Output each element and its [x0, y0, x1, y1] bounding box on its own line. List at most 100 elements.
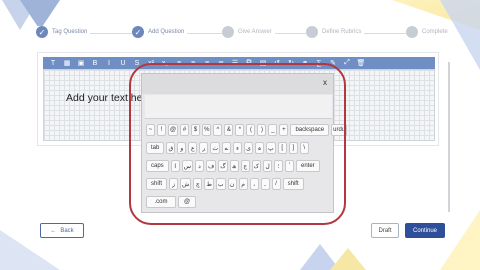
key[interactable]: $ [191, 124, 201, 136]
step-label: Complete [422, 29, 448, 35]
key[interactable]: ے [222, 142, 231, 154]
language-key[interactable]: urdu [331, 124, 348, 136]
page-scrollbar[interactable] [448, 62, 450, 212]
key[interactable]: ل [263, 160, 272, 172]
close-icon[interactable]: x [323, 78, 327, 87]
key[interactable]: ت [210, 142, 220, 154]
strikethrough-icon[interactable]: S [130, 57, 144, 69]
continue-button[interactable]: Continue [405, 223, 445, 238]
subscript-icon[interactable]: x₂ [158, 57, 172, 69]
key[interactable]: ن [227, 178, 237, 190]
italic-icon[interactable]: I [102, 57, 116, 69]
align-center-icon[interactable]: ≡ [186, 57, 200, 69]
key[interactable]: ر [199, 142, 209, 154]
key[interactable]: [ [277, 142, 287, 154]
back-label: Back [60, 227, 74, 234]
key[interactable]: ، [249, 178, 259, 190]
link-icon[interactable]: ⚭ [298, 57, 312, 69]
key[interactable]: / [271, 178, 281, 190]
key[interactable]: ؛ [274, 160, 283, 172]
key[interactable]: ء [233, 142, 242, 154]
key[interactable]: ع [188, 142, 198, 154]
align-right-icon[interactable]: ≡ [200, 57, 214, 69]
key[interactable]: ! [157, 124, 166, 136]
step-tag-question[interactable]: ✓ Tag Question [36, 26, 91, 38]
step-dot-icon [306, 26, 318, 38]
key[interactable]: چ [193, 178, 203, 190]
bold-icon[interactable]: B [88, 57, 102, 69]
key[interactable]: ق [166, 142, 176, 154]
tab-key[interactable]: tab [146, 142, 165, 154]
text-format-icon[interactable]: T [46, 57, 60, 69]
enter-key[interactable]: enter [296, 160, 320, 172]
superscript-icon[interactable]: x² [144, 57, 158, 69]
align-left-icon[interactable]: ≡ [172, 57, 186, 69]
key[interactable]: @ [168, 124, 179, 136]
key[interactable]: + [279, 124, 289, 136]
step-complete[interactable]: Complete [406, 26, 451, 38]
arrow-left-icon: ← [50, 227, 57, 234]
key[interactable]: ^ [213, 124, 223, 136]
shift-key[interactable]: shift [146, 178, 168, 190]
key[interactable]: # [180, 124, 190, 136]
key[interactable]: ] [288, 142, 298, 154]
paste-icon[interactable]: ▤ [256, 57, 270, 69]
key[interactable]: ' [285, 160, 294, 172]
key[interactable]: ز [169, 178, 179, 190]
copy-icon[interactable]: ⧉ [242, 57, 256, 69]
key[interactable]: م [238, 178, 248, 190]
key[interactable]: د [195, 160, 205, 172]
step-give-answer[interactable]: Give Answer [222, 26, 275, 38]
key[interactable]: ~ [146, 124, 155, 136]
key[interactable]: ب [215, 178, 226, 190]
caps-key[interactable]: caps [146, 160, 169, 172]
undo-icon[interactable]: ↺ [270, 57, 284, 69]
at-key[interactable]: @ [178, 196, 196, 208]
underline-icon[interactable]: U [116, 57, 130, 69]
key[interactable]: ( [246, 124, 256, 136]
virtual-keyboard: x ~ ! @ # $ % ^ & * ( ) _ + backspace ur… [141, 73, 348, 213]
back-button[interactable]: ← Back [40, 223, 84, 238]
step-label: Add Question [148, 29, 185, 35]
dotcom-key[interactable]: .com [146, 196, 176, 208]
list-icon[interactable]: ☰ [228, 57, 242, 69]
key[interactable]: ا [170, 160, 180, 172]
key[interactable]: \ [299, 142, 309, 154]
keyboard-row-1: ~ ! @ # $ % ^ & * ( ) _ + backspace urdu [146, 124, 348, 136]
justify-icon[interactable]: ≣ [214, 57, 228, 69]
delete-icon[interactable]: 🗑 [354, 57, 368, 69]
key[interactable]: & [224, 124, 234, 136]
key[interactable]: * [235, 124, 245, 136]
key[interactable]: ۔ [260, 178, 270, 190]
key[interactable]: پ [266, 142, 276, 154]
table-icon[interactable]: ▦ [60, 57, 74, 69]
backspace-key[interactable]: backspace [290, 124, 330, 136]
key[interactable]: ھ [229, 160, 239, 172]
decor-triangle [330, 248, 366, 270]
step-define-rubrics[interactable]: Define Rubrics [306, 26, 365, 38]
keyboard-row-4: shift ز ش چ ط ب ن م ، ۔ / shift [146, 178, 304, 190]
edit-icon[interactable]: ✎ [326, 57, 340, 69]
key[interactable]: % [202, 124, 212, 136]
key[interactable]: _ [268, 124, 278, 136]
redo-icon[interactable]: ↻ [284, 57, 298, 69]
key[interactable]: ف [206, 160, 217, 172]
key[interactable]: و [177, 142, 187, 154]
key[interactable]: ک [251, 160, 261, 172]
key[interactable]: س [181, 160, 194, 172]
image-icon[interactable]: ▣ [74, 57, 88, 69]
key[interactable]: ی [244, 142, 253, 154]
key[interactable]: ش [180, 178, 192, 190]
step-add-question[interactable]: ✓ Add Question [132, 26, 188, 38]
keyboard-header: x [142, 74, 333, 94]
key[interactable]: ج [240, 160, 250, 172]
key[interactable]: گ [218, 160, 228, 172]
key[interactable]: ) [257, 124, 267, 136]
step-label: Define Rubrics [322, 29, 362, 35]
fullscreen-icon[interactable]: ⤢ [340, 57, 354, 69]
math-icon[interactable]: ∑ [312, 57, 326, 69]
shift-key[interactable]: shift [282, 178, 304, 190]
key[interactable]: ط [204, 178, 214, 190]
draft-button[interactable]: Draft [371, 223, 399, 238]
key[interactable]: ہ [255, 142, 264, 154]
